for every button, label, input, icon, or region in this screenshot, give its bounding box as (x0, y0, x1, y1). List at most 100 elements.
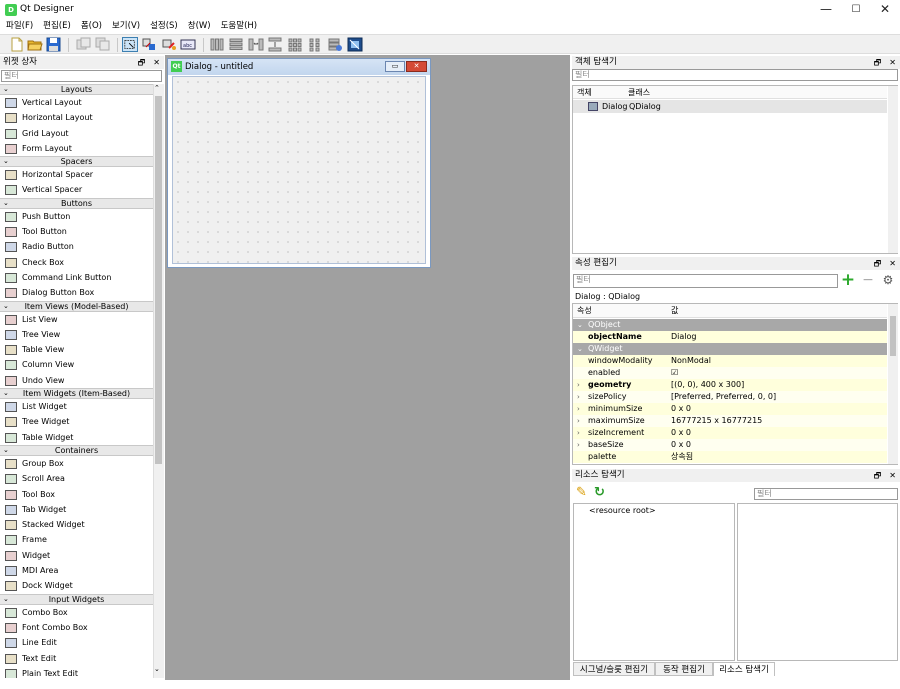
remove-property-icon[interactable]: − (860, 272, 876, 288)
menu-item[interactable]: 보기(V) (107, 19, 145, 34)
edit-signals-slots-icon[interactable] (141, 37, 157, 52)
widget-item[interactable]: Check Box (0, 255, 153, 270)
widget-item[interactable]: Frame (0, 532, 153, 547)
widget-item[interactable]: Horizontal Layout (0, 110, 153, 125)
layout-horizontal-splitter-icon[interactable] (248, 37, 264, 52)
tab-resource-browser[interactable]: 리소스 탐색기 (713, 662, 775, 676)
widget-item[interactable]: Combo Box (0, 605, 153, 620)
chevron-down-icon[interactable]: ⌄ (577, 343, 583, 355)
property-value[interactable]: ☑ (671, 367, 678, 379)
property-value[interactable]: 0 x 0 (671, 403, 691, 415)
dock-close-icon[interactable]: ✕ (889, 58, 896, 67)
maximize-button[interactable]: ☐ (841, 0, 871, 19)
property-value[interactable]: 16777215 x 16777215 (671, 415, 762, 427)
property-row[interactable]: › sizeIncrement 0 x 0 (573, 427, 887, 439)
dock-close-icon[interactable]: ✕ (889, 259, 896, 268)
resource-root[interactable]: <resource root> (589, 506, 656, 515)
tab-action-editor[interactable]: 동작 편집기 (655, 662, 713, 676)
menu-item[interactable]: 설정(S) (145, 19, 183, 34)
float-icon[interactable]: 🗗 (874, 259, 882, 268)
property-row[interactable]: enabled ☑ (573, 367, 887, 379)
widget-item[interactable]: MDI Area (0, 563, 153, 578)
property-value[interactable]: Dialog (671, 331, 696, 343)
widget-item[interactable]: Command Link Button (0, 270, 153, 285)
property-value[interactable]: 상속됨 (671, 451, 693, 463)
edit-resources-icon[interactable]: ✎ (576, 486, 590, 500)
dialog-title-bar[interactable]: Qt Dialog - untitled ▭ ✕ (168, 59, 430, 75)
add-property-icon[interactable]: + (840, 272, 856, 289)
layout-horizontal-icon[interactable] (209, 37, 225, 52)
property-row[interactable]: windowModality NonModal (573, 355, 887, 367)
property-value[interactable]: 0 x 0 (671, 427, 691, 439)
break-layout-icon[interactable] (327, 37, 343, 52)
widget-category[interactable]: ⌄ Containers (0, 444, 153, 456)
property-row[interactable]: › minimumSize 0 x 0 (573, 403, 887, 415)
property-section[interactable]: ⌄ QWidget (573, 343, 887, 355)
widget-category[interactable]: ⌄ Spacers (0, 156, 153, 168)
widget-category[interactable]: ⌄ Input Widgets (0, 593, 153, 605)
property-row[interactable]: palette 상속됨 (573, 451, 887, 463)
layout-grid-icon[interactable] (287, 37, 303, 52)
object-inspector-filter-input[interactable]: 필터 (572, 69, 898, 81)
edit-widgets-icon[interactable] (122, 37, 138, 52)
chevron-right-icon[interactable]: › (577, 439, 580, 451)
widget-item[interactable]: Vertical Spacer (0, 182, 153, 197)
menu-item[interactable]: 창(W) (183, 19, 216, 34)
dock-close-icon[interactable]: ✕ (153, 58, 160, 67)
property-scrollbar-thumb[interactable] (890, 316, 896, 356)
float-icon[interactable]: 🗗 (138, 58, 146, 67)
scroll-down-icon[interactable]: ⌄ (154, 665, 160, 673)
float-icon[interactable]: 🗗 (874, 471, 882, 480)
property-filter-input[interactable]: 필터 (573, 274, 838, 288)
open-folder-icon[interactable] (27, 37, 43, 52)
widget-item[interactable]: Grid Layout (0, 126, 153, 141)
object-row-dialog[interactable]: Dialog QDialog (573, 100, 887, 113)
scroll-up-icon[interactable]: ⌃ (154, 84, 160, 92)
menu-item[interactable]: 폼(O) (76, 19, 107, 34)
configure-icon[interactable]: ⚙ (880, 272, 896, 288)
widget-item[interactable]: Tool Button (0, 224, 153, 239)
forward-icon[interactable] (95, 37, 111, 52)
widget-box-scrollbar-thumb[interactable] (155, 96, 162, 464)
chevron-right-icon[interactable]: › (577, 415, 580, 427)
reload-icon[interactable]: ↻ (594, 486, 608, 500)
dialog-close-button[interactable]: ✕ (406, 61, 427, 72)
chevron-right-icon[interactable]: › (577, 391, 580, 403)
widget-category[interactable]: ⌄ Item Widgets (Item-Based) (0, 388, 153, 400)
chevron-down-icon[interactable]: ⌄ (577, 319, 583, 331)
widget-item[interactable]: Table Widget (0, 430, 153, 445)
property-row[interactable]: › maximumSize 16777215 x 16777215 (573, 415, 887, 427)
menu-item[interactable]: 파일(F) (1, 19, 38, 34)
property-row[interactable]: › sizePolicy [Preferred, Preferred, 0, 0] (573, 391, 887, 403)
widget-item[interactable]: Undo View (0, 373, 153, 388)
layout-vertical-icon[interactable] (228, 37, 244, 52)
widget-item[interactable]: Group Box (0, 456, 153, 471)
property-row[interactable]: › geometry [(0, 0), 400 x 300] (573, 379, 887, 391)
widget-item[interactable]: List Widget (0, 399, 153, 414)
widget-category[interactable]: ⌄ Layouts (0, 84, 153, 95)
widget-item[interactable]: Tab Widget (0, 502, 153, 517)
widget-item[interactable]: Radio Button (0, 239, 153, 254)
widget-item[interactable]: Scroll Area (0, 471, 153, 486)
layout-vertical-splitter-icon[interactable] (267, 37, 283, 52)
resource-filter-input[interactable]: 필터 (754, 488, 898, 500)
chevron-right-icon[interactable]: › (577, 427, 580, 439)
widget-item[interactable]: Table View (0, 342, 153, 357)
back-icon[interactable] (76, 37, 92, 52)
widget-item[interactable]: Widget (0, 548, 153, 563)
dialog-minimize-button[interactable]: ▭ (385, 61, 405, 72)
property-row[interactable]: › baseSize 0 x 0 (573, 439, 887, 451)
widget-item[interactable]: Dock Widget (0, 578, 153, 593)
widget-item[interactable]: Horizontal Spacer (0, 167, 153, 182)
widget-item[interactable]: Column View (0, 357, 153, 372)
widget-box-filter-input[interactable]: 필터 (1, 70, 162, 82)
widget-category[interactable]: ⌄ Item Views (Model-Based) (0, 300, 153, 312)
widget-item[interactable]: Tree Widget (0, 414, 153, 429)
widget-item[interactable]: Vertical Layout (0, 95, 153, 110)
widget-item[interactable]: Form Layout (0, 141, 153, 156)
widget-category[interactable]: ⌄ Buttons (0, 197, 153, 209)
menu-item[interactable]: 편집(E) (38, 19, 76, 34)
dialog-form-window[interactable]: Qt Dialog - untitled ▭ ✕ (167, 58, 431, 268)
tab-signal-slot-editor[interactable]: 시그널/슬롯 편집기 (573, 662, 655, 676)
widget-item[interactable]: Font Combo Box (0, 620, 153, 635)
